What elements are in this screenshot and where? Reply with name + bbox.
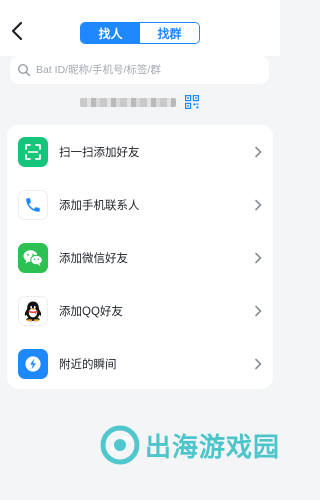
chevron-right-icon: [253, 252, 263, 264]
add-friend-menu: 扫一扫添加好友 添加手机联系人 添加微信好友 添加QQ好友 附近的瞬间: [7, 125, 273, 389]
search-bar[interactable]: [10, 56, 269, 84]
chevron-right-icon: [253, 146, 263, 158]
tab-find-people[interactable]: 找人: [81, 23, 140, 43]
menu-item-nearby-moments[interactable]: 附近的瞬间: [7, 337, 273, 389]
tab-find-groups[interactable]: 找群: [140, 23, 199, 43]
menu-item-label: 扫一扫添加好友: [59, 146, 140, 159]
menu-item-label: 添加QQ好友: [59, 305, 123, 318]
watermark: 出海游戏园: [100, 422, 280, 468]
menu-item-label: 添加微信好友: [59, 252, 128, 265]
chevron-right-icon: [253, 199, 263, 211]
menu-item-wechat[interactable]: 添加微信好友: [7, 231, 273, 284]
search-input[interactable]: [36, 64, 269, 76]
lightning-icon: [18, 348, 48, 379]
top-bar: 找人 找群: [0, 0, 280, 56]
chevron-right-icon: [253, 358, 263, 370]
qr-code-icon[interactable]: [185, 95, 199, 109]
segmented-control: 找人 找群: [80, 22, 200, 44]
menu-item-scan[interactable]: 扫一扫添加好友: [7, 125, 273, 178]
qq-icon: [18, 295, 48, 326]
menu-item-label: 附近的瞬间: [59, 358, 117, 371]
watermark-text: 出海游戏园: [145, 431, 281, 462]
back-arrow-icon[interactable]: [8, 20, 28, 42]
menu-item-qq[interactable]: 添加QQ好友: [7, 284, 273, 337]
my-id-row: [80, 94, 199, 110]
menu-item-phone-contacts[interactable]: 添加手机联系人: [7, 178, 273, 231]
blurred-user-id: [80, 97, 176, 107]
watermark-logo-icon: [100, 425, 140, 465]
chevron-right-icon: [253, 305, 263, 317]
menu-item-label: 添加手机联系人: [59, 199, 140, 212]
scan-icon: [18, 136, 48, 167]
phone-icon: [18, 189, 48, 220]
search-icon: [17, 63, 31, 77]
wechat-icon: [18, 242, 48, 273]
